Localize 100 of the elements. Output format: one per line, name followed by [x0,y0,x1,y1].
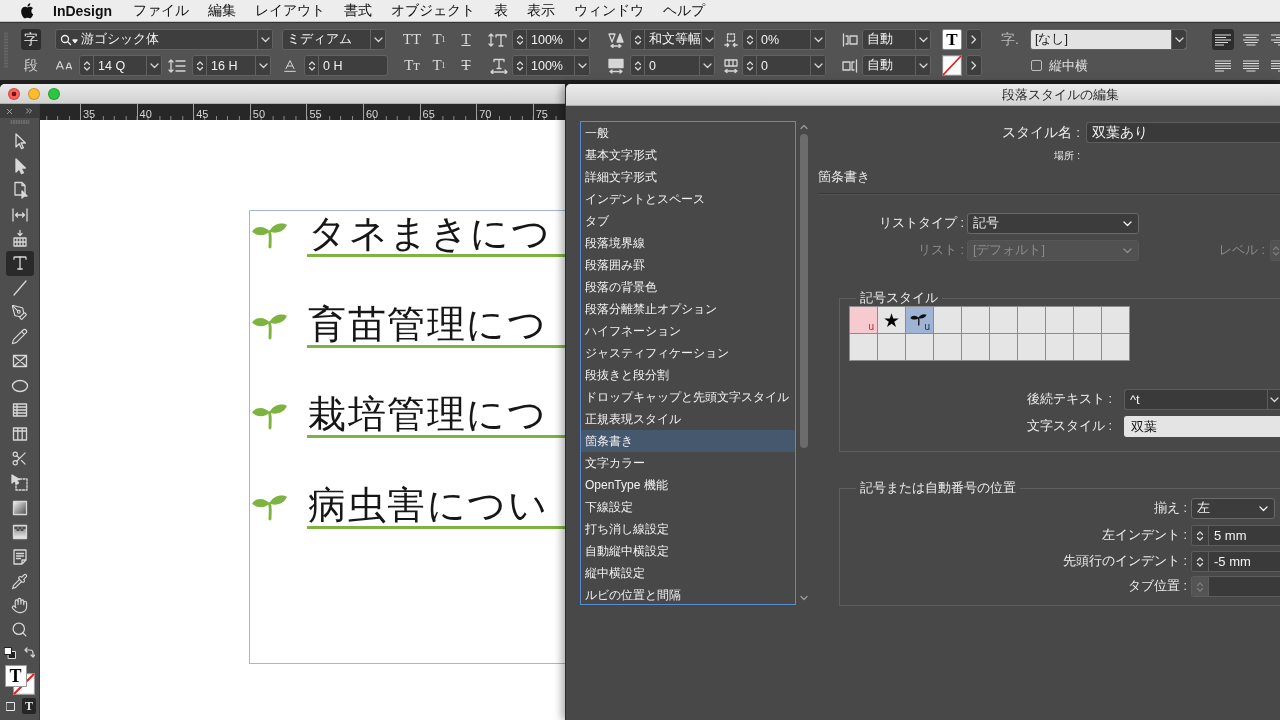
align-button[interactable] [1212,29,1234,50]
tsume-field[interactable]: 0% [742,29,826,50]
mode-tab[interactable]: 段 [21,55,41,76]
glyph-cell[interactable]: u [906,307,933,333]
category-item[interactable]: 正規表現スタイル [581,408,795,430]
character-style-field[interactable]: 双葉 [1124,416,1280,437]
category-item[interactable]: タブ [581,210,795,232]
fill-swatch[interactable]: T [942,29,962,50]
category-item[interactable]: 自動縦中横設定 [581,540,795,562]
category-item[interactable]: 打ち消し線設定 [581,518,795,540]
font-size-field[interactable]: 14 Q [79,55,162,76]
dropdown-button[interactable] [810,56,825,75]
menu-item[interactable]: オブジェクト [391,1,476,20]
alignment-dropdown[interactable]: 左 [1191,498,1275,519]
mode-tab[interactable]: 字 [21,29,41,50]
category-item[interactable]: 一般 [581,122,795,144]
menu-item[interactable]: ヘルプ [663,1,706,20]
glyph-cell[interactable]: u [850,307,877,333]
menu-item[interactable]: 書式 [344,1,373,20]
glyph-cell[interactable] [1074,307,1101,333]
tool-button[interactable] [5,251,34,276]
glyph-cell[interactable] [850,334,877,360]
glyph-cell[interactable]: ★ [878,307,905,333]
zoom-button[interactable] [48,87,60,100]
dropdown-button[interactable] [574,30,589,49]
category-item[interactable]: 縦中横設定 [581,562,795,584]
dropdown-button[interactable] [146,56,161,75]
glyph-cell[interactable] [906,334,933,360]
tab-position-field[interactable] [1191,576,1280,597]
horizontal-scale-field[interactable]: 100% [512,55,590,76]
apple-icon[interactable] [20,2,34,19]
glyph-cell[interactable] [1018,334,1045,360]
glyph-cell[interactable] [962,307,989,333]
kerning-field[interactable]: 和文等幅 [630,29,715,50]
strikethrough-button[interactable]: T [454,55,478,76]
glyph-cell[interactable] [962,334,989,360]
glyph-cell[interactable] [934,307,961,333]
all-caps-button[interactable]: TT [400,29,424,50]
underline-button[interactable]: T [454,29,478,50]
category-item[interactable]: ジャスティフィケーション [581,342,795,364]
dropdown-button[interactable] [370,30,385,49]
app-name-menu[interactable]: InDesign [53,2,113,19]
category-item[interactable]: インデントとスペース [581,188,795,210]
dropdown-button[interactable] [699,56,714,75]
glyph-cell[interactable] [1102,307,1129,333]
close-icon[interactable] [5,106,14,116]
stepper-button[interactable] [1192,552,1209,571]
category-item[interactable]: 段落の背景色 [581,276,795,298]
dropdown-button[interactable] [1171,30,1186,49]
glyph-cell[interactable] [934,334,961,360]
category-item[interactable]: 下線設定 [581,496,795,518]
first-line-indent-field[interactable]: -5 mm [1191,551,1280,572]
stroke-swatch-icon[interactable] [942,55,962,76]
category-item[interactable]: OpenType 機能 [581,474,795,496]
vertical-scale-field[interactable]: 100% [512,29,590,50]
list-type-dropdown[interactable]: 記号 [967,213,1139,234]
fill-swatch[interactable]: T [4,665,27,688]
dropdown-button[interactable] [810,30,825,49]
font-family-dropdown[interactable]: 游ゴシック体 [55,29,273,50]
glyph-cell[interactable] [990,334,1017,360]
menu-item[interactable]: 編集 [208,1,237,20]
category-item[interactable]: 段落囲み罫 [581,254,795,276]
menu-item[interactable]: 表示 [527,1,556,20]
category-item[interactable]: 詳細文字形式 [581,166,795,188]
category-item[interactable]: ハイフネーション [581,320,795,342]
glyph-cell[interactable] [1046,334,1073,360]
close-button[interactable] [8,87,20,100]
category-item[interactable]: 段落分離禁止オプション [581,298,795,320]
space-after-dropdown[interactable]: 自動 [862,55,931,76]
character-style-dropdown[interactable]: [なし] [1030,29,1187,50]
glyph-cell[interactable] [1018,307,1045,333]
category-item[interactable]: 基本文字形式 [581,144,795,166]
glyph-cell[interactable] [878,334,905,360]
dropdown-button[interactable] [574,56,589,75]
flyout-button[interactable] [966,55,982,76]
trailing-text-field[interactable]: ^t [1124,389,1280,410]
category-item[interactable]: ルビの位置と間隔 [581,584,795,604]
character-spacing-field[interactable]: 0 [742,55,826,76]
glyph-cell[interactable] [1046,307,1073,333]
leading-field[interactable]: 16 H [192,55,271,76]
stepper-button[interactable] [1192,526,1209,545]
chevrons-right-icon[interactable] [24,106,34,116]
category-item[interactable]: 段落境界線 [581,232,795,254]
menu-item[interactable]: レイアウト [255,1,326,20]
glyph-cell[interactable] [1074,334,1101,360]
menu-item[interactable]: ウィンドウ [574,1,645,20]
scrollbar-thumb[interactable] [799,134,808,448]
font-style-dropdown[interactable]: ミディアム [282,29,386,50]
baseline-shift-field[interactable]: 0 H [304,55,388,76]
tracking-field[interactable]: 0 [630,55,715,76]
checkbox[interactable] [1031,60,1042,71]
menu-item[interactable]: ファイル [133,1,190,20]
left-indent-field[interactable]: 5 mm [1191,525,1280,546]
style-name-field[interactable]: 双葉あり [1086,122,1280,143]
category-item[interactable]: 段抜きと段分割 [581,364,795,386]
dropdown-button[interactable] [1267,390,1280,409]
dropdown-button[interactable] [915,30,930,49]
small-caps-button[interactable]: Tᴛ [400,55,424,76]
flyout-button[interactable] [966,29,982,50]
category-item[interactable]: ドロップキャップと先頭文字スタイル [581,386,795,408]
